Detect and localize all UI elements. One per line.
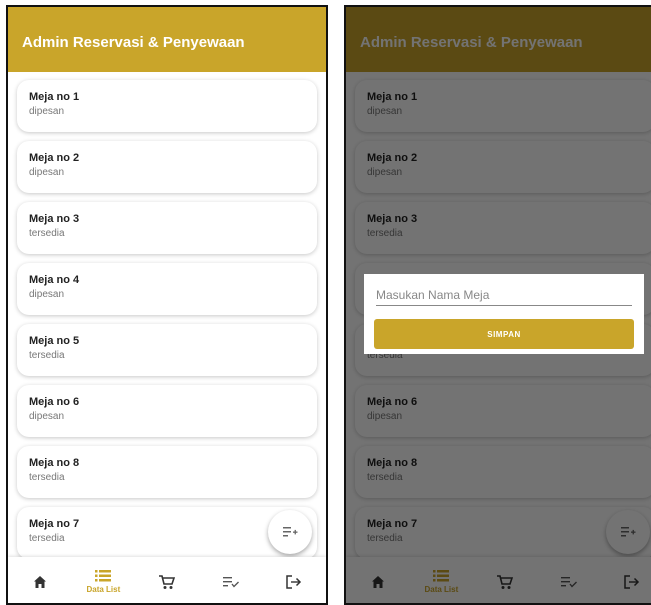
list-item-title: Meja no 5: [29, 335, 80, 347]
list-item-status: tersedia: [29, 472, 65, 483]
list-item-status: tersedia: [29, 228, 65, 239]
phone-screen-add-dialog: Admin Reservasi & Penyewaan Meja no 1 di…: [344, 5, 651, 605]
nav-logout[interactable]: [264, 575, 324, 589]
nav-home[interactable]: [10, 575, 70, 589]
bottom-navigation: Data List: [8, 557, 326, 603]
list-item[interactable]: Meja no 4 dipesan: [17, 263, 317, 315]
list-item-status: dipesan: [29, 167, 65, 178]
list-item[interactable]: Meja no 6 dipesan: [17, 385, 317, 437]
list-item-title: Meja no 3: [29, 213, 80, 225]
list-item[interactable]: Meja no 8 tersedia: [17, 446, 317, 498]
list-item-status: tersedia: [29, 350, 65, 361]
app-bar: Admin Reservasi & Penyewaan: [8, 7, 326, 72]
table-list[interactable]: Meja no 1 dipesan Meja no 2 dipesan Meja…: [8, 72, 326, 557]
nav-cart[interactable]: [137, 574, 197, 590]
table-name-input[interactable]: [376, 284, 632, 306]
playlist-check-icon: [222, 577, 239, 588]
list-icon: [95, 570, 112, 582]
nav-data-list-label: Data List: [86, 585, 121, 594]
list-item-title: Meja no 1: [29, 91, 80, 103]
list-item-status: dipesan: [29, 289, 65, 300]
list-item[interactable]: Meja no 5 tersedia: [17, 324, 317, 376]
add-table-dialog: SIMPAN: [364, 274, 644, 354]
list-item-status: dipesan: [29, 411, 65, 422]
list-item-title: Meja no 6: [29, 396, 80, 408]
list-item-title: Meja no 2: [29, 152, 80, 164]
playlist-add-icon: [283, 527, 298, 537]
app-title: Admin Reservasi & Penyewaan: [22, 34, 245, 51]
home-icon: [33, 576, 46, 588]
list-item[interactable]: Meja no 3 tersedia: [17, 202, 317, 254]
list-item-title: Meja no 8: [29, 457, 80, 469]
cart-icon: [158, 574, 175, 589]
nav-data-list[interactable]: Data List: [73, 570, 133, 594]
nav-checklist[interactable]: [201, 576, 261, 588]
list-item-status: dipesan: [29, 106, 65, 117]
list-item-title: Meja no 4: [29, 274, 80, 286]
list-item-status: tersedia: [29, 533, 65, 544]
phone-screen-list: Admin Reservasi & Penyewaan Meja no 1 di…: [6, 5, 328, 605]
list-item-title: Meja no 7: [29, 518, 80, 530]
logout-icon: [286, 575, 302, 589]
add-table-fab[interactable]: [268, 510, 312, 554]
list-item[interactable]: Meja no 2 dipesan: [17, 141, 317, 193]
list-item[interactable]: Meja no 1 dipesan: [17, 80, 317, 132]
save-button[interactable]: SIMPAN: [374, 319, 634, 349]
